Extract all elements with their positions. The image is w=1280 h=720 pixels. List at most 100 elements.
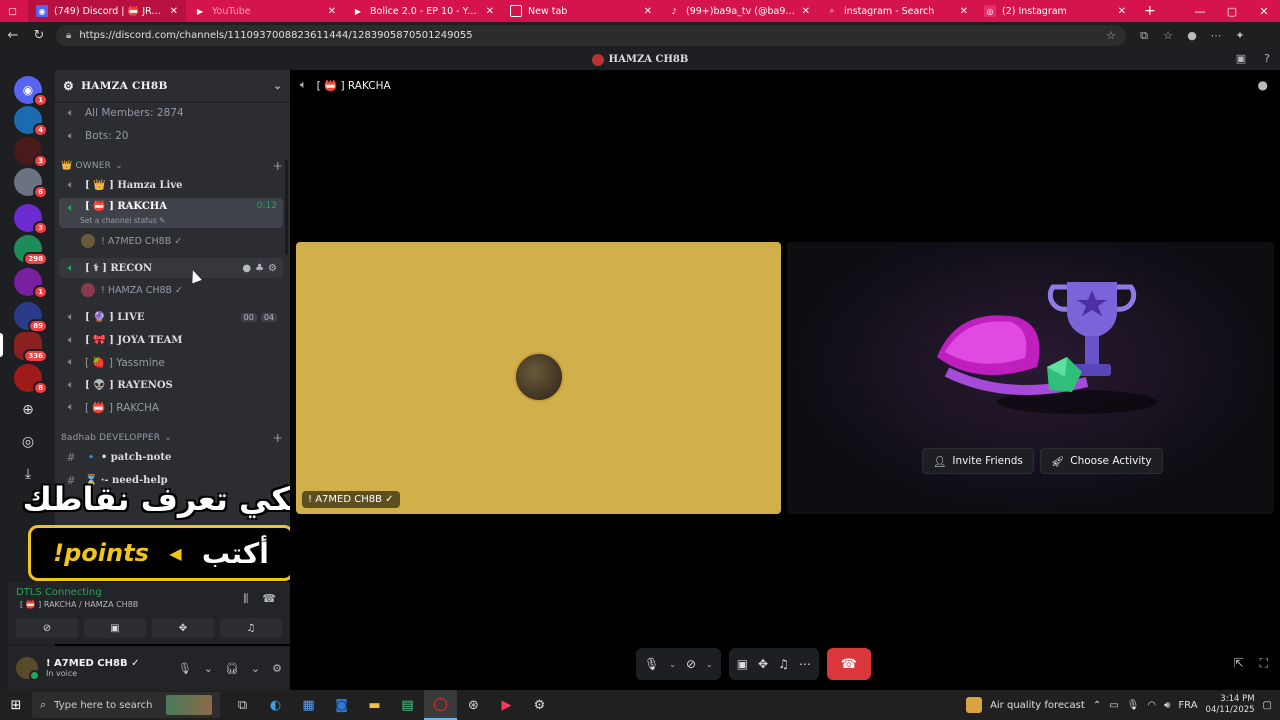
tab-bolice[interactable]: ▶ Bolice 2.0 - EP 10 - YouTube ✕: [344, 0, 502, 22]
invite-icon[interactable]: ♣: [255, 263, 264, 274]
server-icon-hamza-ch8b[interactable]: 336: [14, 332, 48, 363]
close-icon[interactable]: ✕: [802, 6, 810, 17]
screen-share-button[interactable]: ▣: [84, 618, 146, 638]
notifications-icon[interactable]: ▢: [1263, 700, 1272, 711]
taskbar-search-input[interactable]: ⌕ Type here to search: [32, 692, 220, 718]
outlook-icon[interactable]: ◙: [325, 690, 358, 720]
task-view-icon[interactable]: ⧉: [226, 690, 259, 720]
air-quality-icon[interactable]: [966, 697, 983, 713]
activities-icon[interactable]: ✥: [758, 657, 768, 671]
microphone-icon[interactable]: 🎙︎: [1127, 700, 1140, 711]
participant-tile[interactable]: ! A7MED CH8B ✓: [296, 242, 781, 514]
tab-youtube[interactable]: ▶ YouTube ✕: [186, 0, 344, 22]
invite-friends-button[interactable]: 👤︎ Invite Friends: [922, 448, 1034, 474]
chevron-down-icon[interactable]: ⌄: [706, 660, 713, 669]
text-channel-patch-note[interactable]: # 🔹 • patch-note: [59, 447, 283, 467]
server-icon[interactable]: 6: [14, 168, 48, 199]
voice-channel-live[interactable]: 🔈︎ [ 🔮 ] LIVE 00 04: [59, 307, 283, 327]
profile-icon[interactable]: ●: [1180, 29, 1204, 43]
chevron-down-icon[interactable]: ⌄: [273, 81, 282, 92]
chat-icon[interactable]: ●: [1258, 78, 1268, 92]
close-icon[interactable]: ✕: [170, 6, 178, 17]
help-icon[interactable]: ?: [1264, 52, 1270, 65]
favorites-icon[interactable]: ☆: [1156, 29, 1180, 43]
channel-status-input[interactable]: Set a channel status ✎: [80, 216, 165, 225]
camera-off-icon[interactable]: ⊘: [686, 657, 696, 671]
gear-icon[interactable]: ⚙: [272, 662, 282, 675]
voice-channel-rakcha-2[interactable]: 🔈︎ [ 📛 ] RAKCHA: [59, 397, 283, 417]
close-window-icon[interactable]: ✕: [1248, 5, 1280, 18]
tab-actions-icon[interactable]: ▢: [0, 0, 28, 22]
add-channel-icon[interactable]: +: [273, 159, 283, 173]
home-button[interactable]: ◉ 1: [14, 76, 48, 107]
disconnect-icon[interactable]: ☎: [262, 592, 276, 606]
maximize-icon[interactable]: ▢: [1216, 5, 1248, 18]
explore-icon[interactable]: ◎: [14, 428, 42, 456]
edge-icon[interactable]: ◐: [259, 690, 292, 720]
noise-suppression-icon[interactable]: ⫼: [243, 592, 248, 606]
close-icon[interactable]: ✕: [328, 6, 336, 17]
close-icon[interactable]: ✕: [644, 6, 652, 17]
stat-channel[interactable]: 🔈︎ Bots: 20: [59, 126, 283, 146]
back-icon[interactable]: ←: [0, 28, 26, 43]
category-owner[interactable]: 👑 OWNER ⌄ +: [61, 158, 283, 174]
refresh-icon[interactable]: ↻: [26, 28, 52, 43]
server-icon[interactable]: 3: [14, 137, 48, 168]
activities-button[interactable]: ✥: [152, 618, 214, 638]
tab-tiktok[interactable]: ♪ (99+)ba9a_tv (@ba9a_tv_) | TikTok ✕: [660, 0, 818, 22]
settings-icon[interactable]: ⚙: [523, 690, 556, 720]
disconnect-button[interactable]: ☎: [826, 648, 871, 680]
camera-off-button[interactable]: ⊘: [16, 618, 78, 638]
voice-user[interactable]: ! HAMZA CH8B ✓: [81, 282, 183, 298]
voice-connection-location[interactable]: [ 📛 ] RAKCHA / HAMZA CH8B: [20, 600, 138, 609]
voice-channel-joya-team[interactable]: 🔈︎ [ 🎀 ] JOYA TEAM: [59, 330, 283, 350]
volume-icon[interactable]: 🔊︎: [1164, 700, 1170, 711]
server-icon[interactable]: 1: [14, 268, 48, 299]
lock-icon[interactable]: 🔒︎: [66, 30, 71, 41]
add-server-icon[interactable]: ⊕: [14, 396, 42, 424]
steam-icon[interactable]: ⊛: [457, 690, 490, 720]
server-header[interactable]: ⚙ HAMZA CH8B ⌄: [55, 70, 290, 103]
chevron-down-icon[interactable]: ⌄: [669, 660, 676, 669]
chat-icon[interactable]: ●: [242, 263, 251, 274]
windows-start-icon[interactable]: ⊞: [0, 698, 32, 713]
favorite-star-icon[interactable]: ☆: [1106, 29, 1116, 42]
voice-channel-hamza-live[interactable]: 🔈︎ [ 👑 ] Hamza Live: [59, 175, 283, 195]
user-info[interactable]: ! A7MED CH8B ✓ In voice: [46, 658, 139, 678]
voice-connection-status[interactable]: DTLS Connecting: [16, 587, 102, 598]
terminal-icon[interactable]: ▤: [391, 690, 424, 720]
voice-channel-recon[interactable]: 🔈︎ [ ⚕ ] RECON ● ♣ ⚙: [59, 258, 283, 278]
copilot-icon[interactable]: ✦: [1228, 29, 1252, 43]
server-icon[interactable]: 3: [14, 204, 48, 235]
microphone-icon[interactable]: 🎙︎: [644, 657, 659, 671]
soundboard-icon[interactable]: ♫: [778, 657, 789, 671]
choose-activity-button[interactable]: 🚀︎ Choose Activity: [1039, 448, 1163, 474]
close-icon[interactable]: ✕: [486, 6, 494, 17]
screen-share-icon[interactable]: ▣: [737, 657, 748, 671]
avatar[interactable]: [16, 657, 40, 681]
tab-discord[interactable]: ◉ (749) Discord | 📛 JRAKCHA ✕: [28, 0, 186, 22]
file-explorer-icon[interactable]: ▬: [358, 690, 391, 720]
chevron-down-icon[interactable]: ⌄: [204, 662, 213, 675]
more-icon[interactable]: ⋯: [1204, 29, 1228, 43]
extensions-icon[interactable]: ⧉: [1132, 29, 1156, 43]
tab-instagram-search[interactable]: ⌕ instagram - Search ✕: [818, 0, 976, 22]
wifi-icon[interactable]: ◠: [1147, 700, 1156, 711]
tab-new-tab[interactable]: New tab ✕: [502, 0, 660, 22]
network-icon[interactable]: ▭: [1109, 700, 1118, 711]
add-channel-icon[interactable]: +: [273, 431, 283, 445]
close-icon[interactable]: ✕: [1118, 6, 1126, 17]
language-indicator[interactable]: FRA: [1178, 700, 1197, 711]
air-quality-label[interactable]: Air quality forecast: [990, 700, 1085, 711]
microphone-icon[interactable]: 🎙︎: [178, 662, 192, 675]
server-icon[interactable]: 4: [14, 106, 48, 137]
media-app-icon[interactable]: ▶: [490, 690, 523, 720]
more-icon[interactable]: ⋯: [799, 657, 811, 671]
new-tab-button[interactable]: +: [1134, 3, 1166, 19]
inbox-icon[interactable]: ▣: [1236, 52, 1246, 65]
category-developer[interactable]: 8adhab DEVELOPPER ⌄ +: [61, 430, 283, 446]
fullscreen-icon[interactable]: ⛶: [1260, 656, 1268, 671]
soundboard-button[interactable]: ♫: [220, 618, 282, 638]
voice-channel-yassmine[interactable]: 🔈︎ [ 🍓 ] Yassmine: [59, 352, 283, 372]
server-icon[interactable]: 89: [14, 302, 48, 333]
